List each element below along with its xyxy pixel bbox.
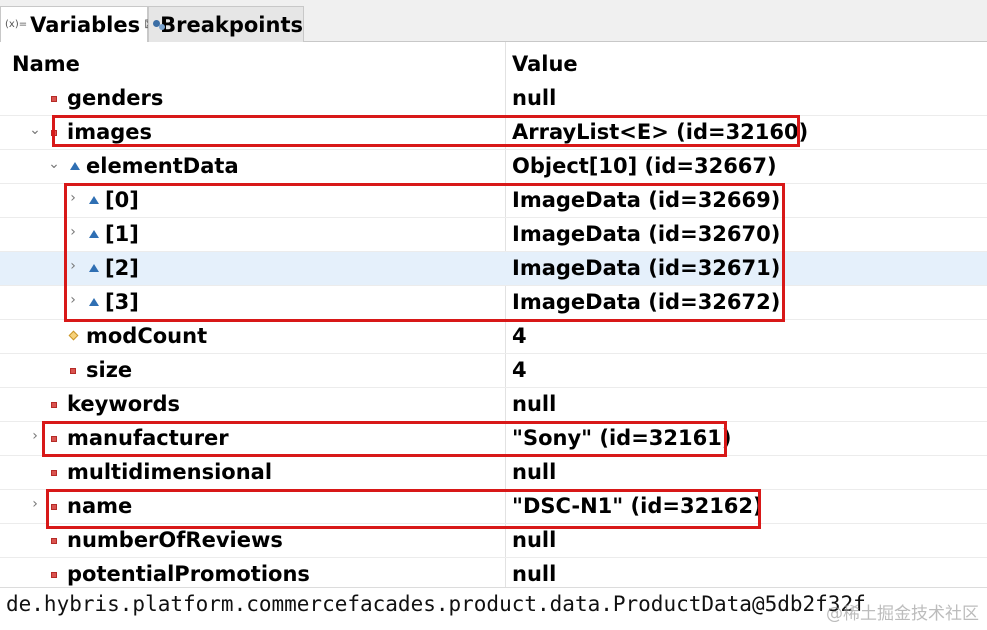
chevron-down-icon[interactable]: ⌄ (28, 122, 42, 138)
variable-value: ImageData (id=32669) (512, 188, 781, 212)
column-header-name[interactable]: Name (12, 52, 80, 76)
chevron-right-icon[interactable]: › (66, 224, 80, 240)
variable-name: images (67, 120, 153, 144)
field-private-icon (51, 470, 57, 476)
variable-value: 4 (512, 358, 527, 382)
tab-variables-label: Variables (30, 12, 141, 37)
view-tab-bar: (x)= Variables ⊠ Breakpoints (0, 0, 987, 42)
tree-row[interactable]: modCount 4 (0, 320, 987, 354)
tree-row[interactable]: › [2] ImageData (id=32671) (0, 252, 987, 286)
tree-row[interactable]: › name "DSC-N1" (id=32162) (0, 490, 987, 524)
tree-row[interactable]: ⌄ elementData Object[10] (id=32667) (0, 150, 987, 184)
tree-row[interactable]: multidimensional null (0, 456, 987, 490)
variable-name: name (67, 494, 133, 518)
field-private-icon (51, 504, 57, 510)
variable-name: [0] (105, 188, 139, 212)
tree-row[interactable]: › [1] ImageData (id=32670) (0, 218, 987, 252)
tree-row[interactable]: › [0] ImageData (id=32669) (0, 184, 987, 218)
variable-name: manufacturer (67, 426, 229, 450)
variable-name: size (86, 358, 133, 382)
watermark: @稀土掘金技术社区 (826, 604, 979, 624)
field-private-icon (51, 572, 57, 578)
variable-name: modCount (86, 324, 208, 348)
variable-value: ImageData (id=32672) (512, 290, 781, 314)
field-protected-icon (68, 330, 79, 341)
variable-name: genders (67, 86, 164, 110)
field-private-icon (51, 96, 57, 102)
chevron-right-icon[interactable]: › (28, 428, 42, 444)
variable-value: null (512, 86, 557, 110)
field-private-icon (70, 368, 76, 374)
variable-value: null (512, 392, 557, 416)
chevron-right-icon[interactable]: › (66, 258, 80, 274)
column-header-value[interactable]: Value (512, 52, 578, 76)
variable-value: null (512, 460, 557, 484)
variable-name: elementData (86, 154, 239, 178)
field-private-icon (51, 538, 57, 544)
variable-value: null (512, 562, 557, 586)
variable-value: "Sony" (id=32161) (512, 426, 732, 450)
detail-pane: de.hybris.platform.commercefacades.produ… (0, 587, 987, 630)
variable-value: 4 (512, 324, 527, 348)
field-package-icon (89, 264, 99, 272)
field-package-icon (70, 162, 80, 170)
field-private-icon (51, 130, 57, 136)
tree-row[interactable]: genders null (0, 82, 987, 116)
variable-name: keywords (67, 392, 181, 416)
variable-value: ImageData (id=32671) (512, 256, 781, 280)
field-private-icon (51, 436, 57, 442)
variable-name: [2] (105, 256, 139, 280)
variable-value: ImageData (id=32670) (512, 222, 781, 246)
chevron-right-icon[interactable]: › (66, 292, 80, 308)
tree-row[interactable]: ⌄ images ArrayList<E> (id=32160) (0, 116, 987, 150)
tab-breakpoints-label: Breakpoints (160, 12, 303, 37)
field-package-icon (89, 196, 99, 204)
tab-breakpoints[interactable]: Breakpoints (148, 6, 304, 42)
tree-row[interactable]: size 4 (0, 354, 987, 388)
variable-value: Object[10] (id=32667) (512, 154, 777, 178)
breakpoints-icon (153, 18, 166, 32)
variable-name: multidimensional (67, 460, 273, 484)
tree-row[interactable]: › manufacturer "Sony" (id=32161) (0, 422, 987, 456)
field-package-icon (89, 230, 99, 238)
variable-value: null (512, 528, 557, 552)
chevron-right-icon[interactable]: › (66, 190, 80, 206)
column-header-row: Name Value (0, 46, 987, 82)
variable-name: [3] (105, 290, 139, 314)
variables-icon: (x)= (5, 19, 28, 30)
variable-name: numberOfReviews (67, 528, 283, 552)
tab-variables[interactable]: (x)= Variables ⊠ (0, 6, 155, 42)
variable-value: "DSC-N1" (id=32162) (512, 494, 763, 518)
chevron-right-icon[interactable]: › (28, 496, 42, 512)
tree-row[interactable]: › [3] ImageData (id=32672) (0, 286, 987, 320)
detail-text: de.hybris.platform.commercefacades.produ… (6, 592, 866, 616)
field-package-icon (89, 298, 99, 306)
chevron-down-icon[interactable]: ⌄ (47, 156, 61, 172)
tree-row[interactable]: keywords null (0, 388, 987, 422)
variable-name: [1] (105, 222, 139, 246)
field-private-icon (51, 402, 57, 408)
variable-value: ArrayList<E> (id=32160) (512, 120, 809, 144)
tree-row[interactable]: numberOfReviews null (0, 524, 987, 558)
variable-name: potentialPromotions (67, 562, 310, 586)
